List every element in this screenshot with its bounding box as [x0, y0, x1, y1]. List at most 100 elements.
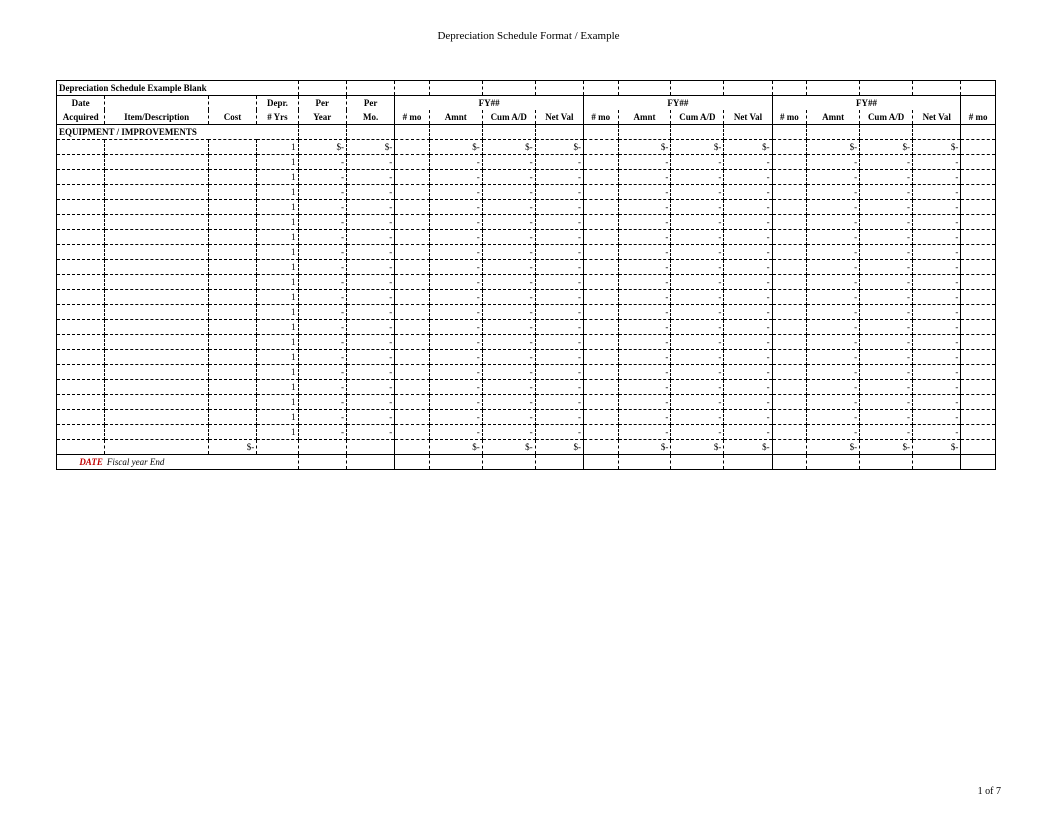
- cell-value: -: [807, 275, 860, 290]
- cell-value: -: [724, 170, 772, 185]
- cell-value: -: [724, 305, 772, 320]
- hdr-fy-2: FY##: [583, 96, 772, 111]
- cell-value: -: [913, 320, 961, 335]
- cell-value: -: [724, 380, 772, 395]
- cell-value: -: [298, 410, 346, 425]
- cell-value: -: [807, 335, 860, 350]
- cell-value: -: [298, 320, 346, 335]
- cell-value: -: [482, 305, 535, 320]
- cell-value: -: [482, 170, 535, 185]
- cell-value: -: [535, 350, 583, 365]
- cell-value: -: [429, 395, 482, 410]
- hdr-amnt-1: Amnt: [429, 110, 482, 125]
- cell-value: -: [429, 305, 482, 320]
- depreciation-table: Depreciation Schedule Example Blank Date…: [56, 80, 996, 470]
- cell-value: 1: [257, 275, 298, 290]
- cell-value: -: [618, 215, 671, 230]
- cell-value: -: [807, 410, 860, 425]
- cell-value: $-: [618, 140, 671, 155]
- cell-value: 1: [257, 335, 298, 350]
- cell-value: -: [618, 320, 671, 335]
- cell-value: -: [535, 155, 583, 170]
- cell-value: -: [482, 410, 535, 425]
- cell-value: -: [913, 425, 961, 440]
- cell-value: -: [671, 275, 724, 290]
- cell-value: -: [913, 155, 961, 170]
- cell-value: -: [429, 380, 482, 395]
- cell-value: -: [618, 245, 671, 260]
- cell-value: -: [724, 320, 772, 335]
- cell-value: -: [298, 155, 346, 170]
- cell-value: -: [535, 245, 583, 260]
- cell-value: -: [724, 410, 772, 425]
- cell-value: -: [860, 215, 913, 230]
- hdr-yrs: # Yrs: [257, 110, 298, 125]
- cell-value: 1: [257, 155, 298, 170]
- total-cum-2: $-: [671, 440, 724, 455]
- table-row: 1-----------: [57, 230, 996, 245]
- cell-value: -: [298, 395, 346, 410]
- cell-value: 1: [257, 305, 298, 320]
- cell-value: -: [671, 155, 724, 170]
- cell-value: -: [535, 365, 583, 380]
- cell-value: 1: [257, 365, 298, 380]
- cell-value: -: [860, 260, 913, 275]
- cell-value: -: [807, 350, 860, 365]
- header-row-2: Acquired Item/Description Cost # Yrs Yea…: [57, 110, 996, 125]
- cell-value: -: [671, 320, 724, 335]
- cell-value: -: [913, 200, 961, 215]
- table-row: 1-----------: [57, 410, 996, 425]
- hdr-nmo-3: # mo: [772, 110, 807, 125]
- cell-value: $-: [807, 140, 860, 155]
- cell-value: -: [807, 170, 860, 185]
- cell-value: -: [429, 245, 482, 260]
- hdr-nmo-4: # mo: [961, 110, 996, 125]
- cell-value: -: [298, 335, 346, 350]
- cell-value: -: [482, 275, 535, 290]
- cell-value: -: [618, 155, 671, 170]
- table-row: 1-----------: [57, 245, 996, 260]
- table-row: 1-----------: [57, 155, 996, 170]
- hdr-year: Year: [298, 110, 346, 125]
- hdr-date: Date: [57, 96, 105, 111]
- cell-value: -: [346, 350, 394, 365]
- cell-value: -: [618, 170, 671, 185]
- cell-value: -: [346, 425, 394, 440]
- cell-value: -: [807, 320, 860, 335]
- cell-value: -: [913, 185, 961, 200]
- cell-value: -: [429, 230, 482, 245]
- cell-value: 1: [257, 320, 298, 335]
- cell-value: -: [429, 410, 482, 425]
- cell-value: -: [724, 395, 772, 410]
- cell-value: -: [346, 200, 394, 215]
- table-row: 1-----------: [57, 260, 996, 275]
- hdr-amnt-2: Amnt: [618, 110, 671, 125]
- table-row: 1-----------: [57, 380, 996, 395]
- cell-value: -: [429, 275, 482, 290]
- cell-value: -: [724, 365, 772, 380]
- cell-value: -: [482, 215, 535, 230]
- cell-value: -: [671, 290, 724, 305]
- cell-value: -: [860, 185, 913, 200]
- cell-value: -: [807, 425, 860, 440]
- cell-value: -: [671, 215, 724, 230]
- total-cost: $-: [208, 440, 256, 455]
- cell-value: -: [618, 290, 671, 305]
- header-row-1: Date Depr. Per Per FY## FY## FY##: [57, 96, 996, 111]
- cell-value: -: [535, 380, 583, 395]
- cell-value: -: [860, 245, 913, 260]
- hdr-cum-2: Cum A/D: [671, 110, 724, 125]
- cell-value: -: [807, 230, 860, 245]
- cell-value: -: [860, 320, 913, 335]
- cell-value: -: [724, 185, 772, 200]
- cell-value: -: [807, 185, 860, 200]
- hdr-acquired: Acquired: [57, 110, 105, 125]
- total-cum-1: $-: [482, 440, 535, 455]
- cell-value: -: [346, 395, 394, 410]
- cell-value: -: [671, 260, 724, 275]
- cell-value: -: [807, 290, 860, 305]
- cell-value: -: [298, 185, 346, 200]
- table-row: 1-----------: [57, 425, 996, 440]
- cell-value: -: [860, 200, 913, 215]
- cell-value: -: [346, 245, 394, 260]
